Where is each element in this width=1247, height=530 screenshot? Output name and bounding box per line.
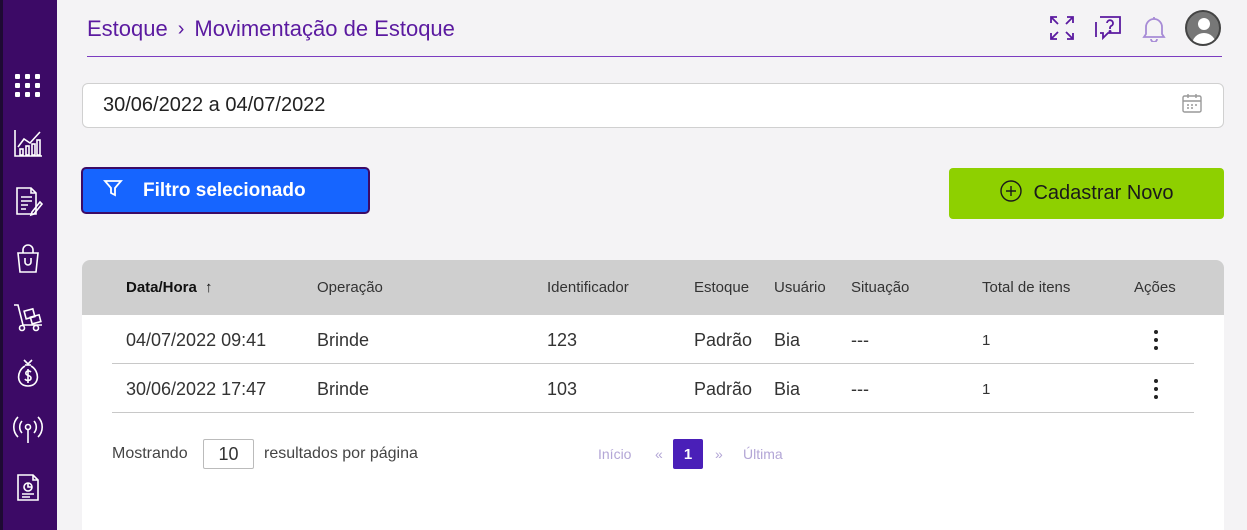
user-avatar-icon[interactable] <box>1185 10 1221 46</box>
filter-button[interactable]: Filtro selecionado <box>81 167 370 214</box>
row-actions-kebab-icon[interactable] <box>1146 377 1166 401</box>
date-range-value: 30/06/2022 a 04/07/2022 <box>103 94 326 116</box>
row-actions-kebab-icon[interactable] <box>1146 328 1166 352</box>
column-header-stock[interactable]: Estoque <box>694 279 749 296</box>
cell-operation: Brinde <box>317 379 370 399</box>
column-header-user[interactable]: Usuário <box>774 279 826 296</box>
antenna-icon[interactable] <box>10 412 46 448</box>
header-actions <box>1047 10 1221 46</box>
cell-status: --- <box>851 379 869 399</box>
cell-operation: Brinde <box>317 330 370 350</box>
column-header-operation[interactable]: Operação <box>317 279 383 296</box>
add-new-button[interactable]: Cadastrar Novo <box>949 168 1224 219</box>
add-new-button-label: Cadastrar Novo <box>1033 182 1174 204</box>
chart-icon[interactable] <box>10 125 46 161</box>
table-row[interactable]: 04/07/2022 09:41 Brinde 123 Padrão Bia -… <box>112 315 1194 364</box>
pagination-page-current[interactable]: 1 <box>673 439 703 469</box>
per-page-suffix: resultados por página <box>264 445 418 462</box>
header-divider <box>87 56 1222 57</box>
per-page-input[interactable]: 10 <box>203 439 254 469</box>
money-bag-icon[interactable] <box>10 355 46 391</box>
cell-datetime: 04/07/2022 09:41 <box>126 330 267 350</box>
date-range-field[interactable]: 30/06/2022 a 04/07/2022 <box>82 83 1224 128</box>
column-header-total-items[interactable]: Total de itens <box>982 279 1070 296</box>
help-chat-icon[interactable] <box>1093 11 1123 45</box>
column-header-identifier[interactable]: Identificador <box>547 279 629 296</box>
grid-icon[interactable] <box>10 67 46 103</box>
column-header-actions: Ações <box>1134 279 1176 296</box>
table-header: Data/Hora ↑ Operação Identificador Estoq… <box>82 260 1224 315</box>
cell-user: Bia <box>774 379 801 399</box>
pagination-prev[interactable]: « <box>655 446 663 462</box>
filter-button-label: Filtro selecionado <box>143 179 306 201</box>
showing-label: Mostrando <box>112 445 188 462</box>
fullscreen-icon[interactable] <box>1047 11 1077 45</box>
pagination-next[interactable]: » <box>715 446 723 462</box>
cell-total-items: 1 <box>982 332 991 349</box>
breadcrumb: Estoque › Movimentação de Estoque <box>87 14 455 44</box>
sidebar <box>0 0 57 530</box>
cell-stock: Padrão <box>694 379 753 399</box>
cell-total-items: 1 <box>982 381 991 398</box>
calendar-icon[interactable] <box>1181 92 1203 119</box>
cell-user: Bia <box>774 330 801 350</box>
cell-stock: Padrão <box>694 330 753 350</box>
pagination-first[interactable]: Início <box>598 446 631 462</box>
table-row[interactable]: 30/06/2022 17:47 Brinde 103 Padrão Bia -… <box>112 364 1194 413</box>
document-edit-icon[interactable] <box>10 183 46 219</box>
report-icon[interactable] <box>10 469 46 505</box>
breadcrumb-separator: › <box>177 17 185 40</box>
filter-icon <box>103 178 123 204</box>
sort-arrow-icon: ↑ <box>205 279 213 296</box>
plus-circle-icon <box>999 179 1023 209</box>
column-header-datetime[interactable]: Data/Hora ↑ <box>126 279 213 296</box>
cell-identifier: 103 <box>547 379 578 399</box>
cell-datetime: 30/06/2022 17:47 <box>126 379 267 399</box>
page-title: Movimentação de Estoque <box>194 16 455 41</box>
cell-status: --- <box>851 330 869 350</box>
pagination-last[interactable]: Última <box>743 446 783 462</box>
breadcrumb-parent[interactable]: Estoque <box>87 16 168 42</box>
shopping-bag-icon[interactable] <box>10 241 46 277</box>
hand-truck-icon[interactable] <box>10 299 46 335</box>
bell-icon[interactable] <box>1139 11 1169 45</box>
cell-identifier: 123 <box>547 330 578 350</box>
sidebar-edge <box>0 0 3 530</box>
column-header-status[interactable]: Situação <box>851 279 909 296</box>
movements-table-card: Data/Hora ↑ Operação Identificador Estoq… <box>82 260 1224 530</box>
